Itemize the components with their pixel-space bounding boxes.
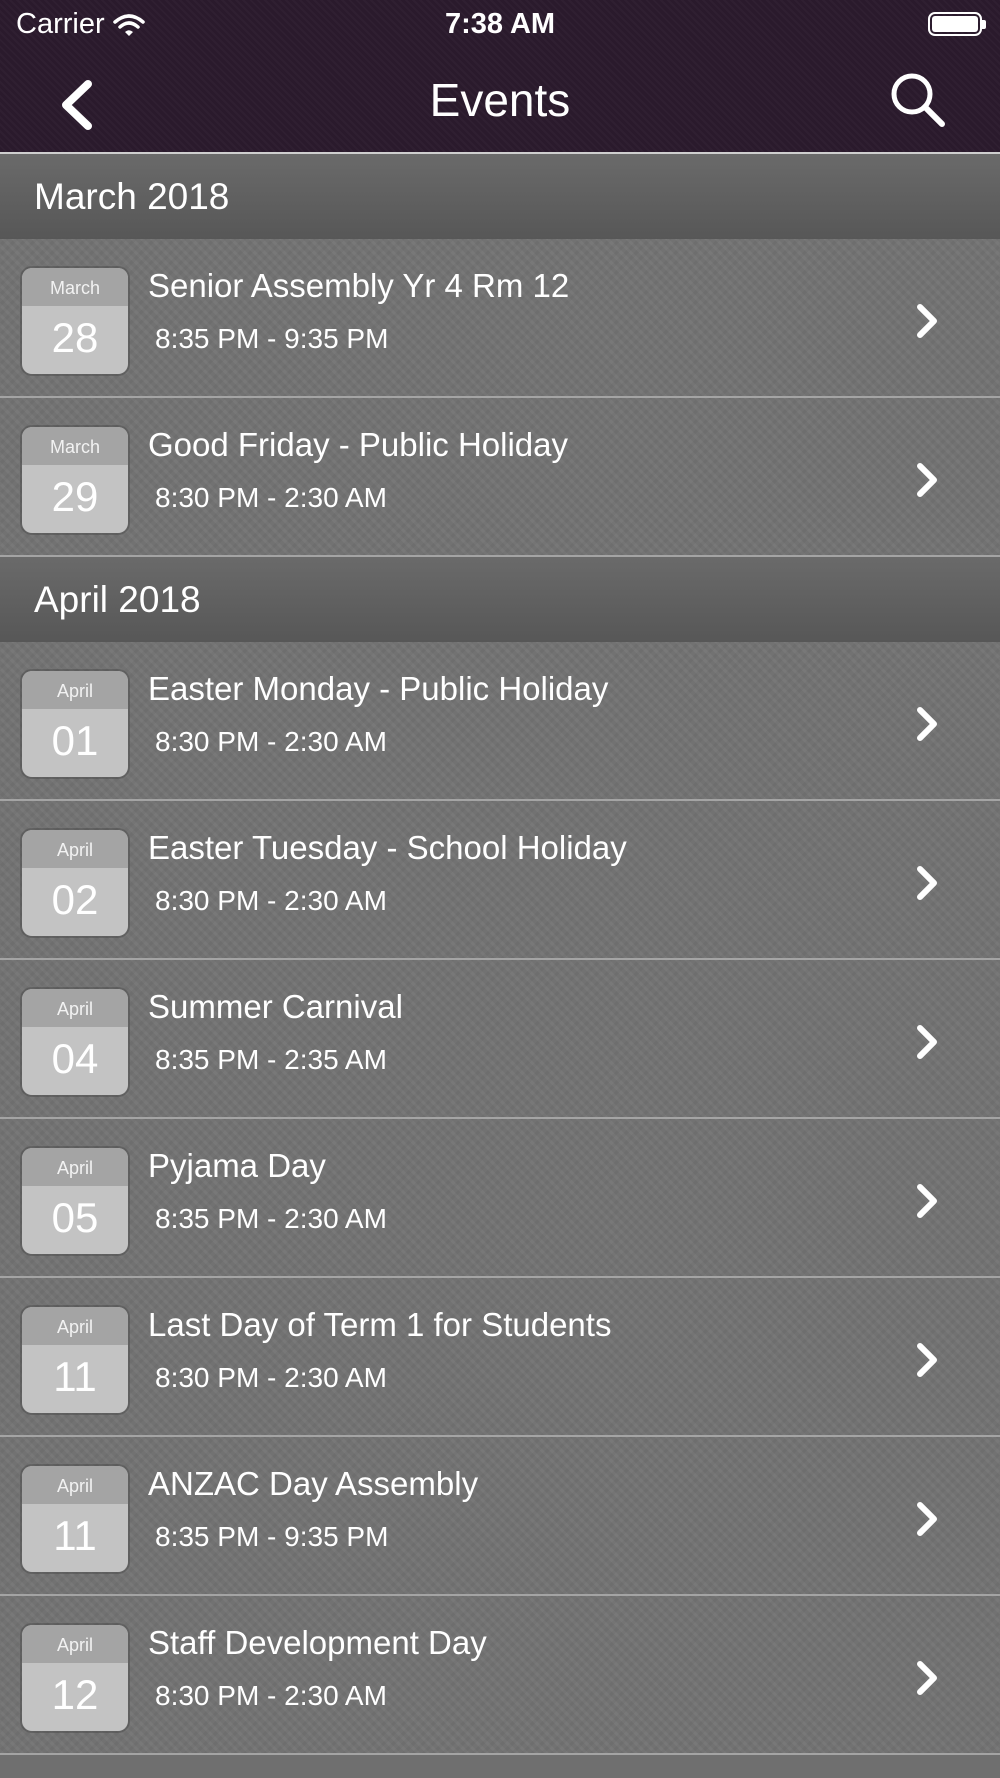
event-title: ANZAC Day Assembly xyxy=(148,1465,479,1502)
calendar-day: 02 xyxy=(51,876,99,923)
calendar-date-icon: April 11 xyxy=(22,1466,128,1572)
calendar-date-icon: March 28 xyxy=(22,268,128,374)
section-header: April 2018 xyxy=(0,557,1000,642)
status-time: 7:38 AM xyxy=(444,8,556,40)
event-title: Senior Assembly Yr 4 Rm 12 xyxy=(148,267,570,304)
event-title: Good Friday - Public Holiday xyxy=(148,426,569,463)
event-row[interactable]: March 29 Good Friday - Public Holiday 8:… xyxy=(0,398,1000,557)
event-time: 8:35 PM - 2:30 AM xyxy=(155,1203,387,1234)
page-title: Events xyxy=(429,74,571,126)
search-icon xyxy=(891,73,945,127)
chevron-right-icon xyxy=(917,1502,937,1536)
event-title: Staff Development Day xyxy=(148,1624,487,1661)
calendar-date-icon: April 02 xyxy=(22,830,128,936)
chevron-right-icon xyxy=(917,304,937,338)
calendar-date-icon: April 05 xyxy=(22,1148,128,1254)
event-row[interactable]: April 12 Staff Development Day 8:30 PM -… xyxy=(0,1596,1000,1755)
event-time: 8:30 PM - 2:30 AM xyxy=(155,1680,387,1711)
chevron-right-icon xyxy=(917,463,937,497)
event-time: 8:35 PM - 2:35 AM xyxy=(155,1044,387,1075)
calendar-month: March xyxy=(22,427,128,465)
calendar-month: April xyxy=(22,830,128,868)
calendar-day: 29 xyxy=(51,473,99,520)
battery-icon xyxy=(928,12,986,36)
event-title: Easter Monday - Public Holiday xyxy=(148,670,609,707)
calendar-month: April xyxy=(22,989,128,1027)
calendar-month: April xyxy=(22,1148,128,1186)
calendar-date-icon: April 11 xyxy=(22,1307,128,1413)
chevron-right-icon xyxy=(917,1184,937,1218)
event-title: Easter Tuesday - School Holiday xyxy=(148,829,627,866)
event-row[interactable]: March 28 Senior Assembly Yr 4 Rm 12 8:35… xyxy=(0,239,1000,398)
calendar-date-icon: April 01 xyxy=(22,671,128,777)
chevron-right-icon xyxy=(917,1343,937,1377)
calendar-date-icon: April 04 xyxy=(22,989,128,1095)
calendar-day: 05 xyxy=(51,1194,99,1241)
navigation-bar: Carrier 7:38 AM Events xyxy=(0,0,1000,154)
calendar-day: 28 xyxy=(51,314,99,361)
chevron-right-icon xyxy=(917,866,937,900)
event-time: 8:35 PM - 9:35 PM xyxy=(155,1521,389,1552)
event-row[interactable]: April 11 ANZAC Day Assembly 8:35 PM - 9:… xyxy=(0,1437,1000,1596)
chevron-right-icon xyxy=(917,1025,937,1059)
calendar-day: 12 xyxy=(51,1671,99,1718)
event-row[interactable]: April 05 Pyjama Day 8:35 PM - 2:30 AM xyxy=(0,1119,1000,1278)
event-row[interactable]: April 11 Last Day of Term 1 for Students… xyxy=(0,1278,1000,1437)
calendar-month: April xyxy=(22,1625,128,1663)
event-row[interactable]: April 01 Easter Monday - Public Holiday … xyxy=(0,642,1000,801)
section-header: March 2018 xyxy=(0,154,1000,239)
event-row[interactable]: April 04 Summer Carnival 8:35 PM - 2:35 … xyxy=(0,960,1000,1119)
event-title: Pyjama Day xyxy=(148,1147,326,1184)
event-title: Summer Carnival xyxy=(148,988,403,1025)
events-list: March 2018 March 28 Senior Assembly Yr 4… xyxy=(0,154,1000,1755)
chevron-right-icon xyxy=(917,707,937,741)
event-time: 8:30 PM - 2:30 AM xyxy=(155,885,387,916)
event-time: 8:30 PM - 2:30 AM xyxy=(155,1362,387,1393)
calendar-month: March xyxy=(22,268,128,306)
calendar-date-icon: April 12 xyxy=(22,1625,128,1731)
event-time: 8:30 PM - 2:30 AM xyxy=(155,726,387,757)
calendar-month: April xyxy=(22,1466,128,1504)
calendar-day: 01 xyxy=(51,717,99,764)
event-time: 8:30 PM - 2:30 AM xyxy=(155,482,387,513)
event-title: Last Day of Term 1 for Students xyxy=(148,1306,612,1343)
calendar-day: 04 xyxy=(51,1035,99,1082)
calendar-month: April xyxy=(22,671,128,709)
calendar-day: 11 xyxy=(53,1512,97,1559)
event-time: 8:35 PM - 9:35 PM xyxy=(155,323,389,354)
event-row[interactable]: April 02 Easter Tuesday - School Holiday… xyxy=(0,801,1000,960)
calendar-day: 11 xyxy=(53,1353,97,1400)
calendar-date-icon: March 29 xyxy=(22,427,128,533)
search-button[interactable] xyxy=(888,70,948,130)
chevron-right-icon xyxy=(917,1661,937,1695)
calendar-month: April xyxy=(22,1307,128,1345)
